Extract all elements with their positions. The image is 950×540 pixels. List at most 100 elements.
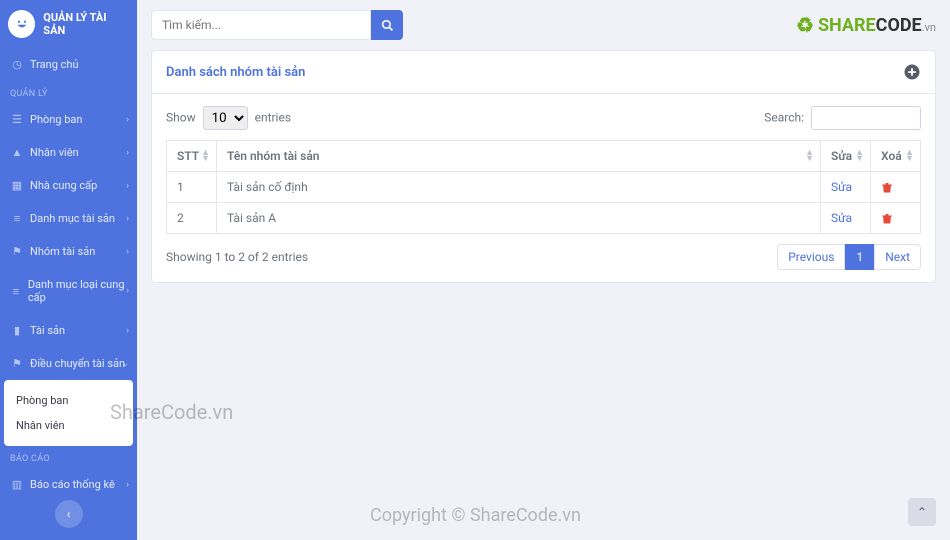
flag-icon: ⚑ — [10, 245, 24, 258]
search-label: Search: — [764, 111, 804, 125]
trash-icon — [881, 212, 893, 225]
nav-label: Điều chuyển tài sản — [30, 357, 125, 370]
length-control: Show 10 entries — [166, 106, 291, 130]
users-icon: ☰ — [10, 113, 24, 126]
datatable-controls-bottom: Showing 1 to 2 of 2 entries Previous 1 N… — [166, 244, 921, 270]
nav-label: Danh mục loại cung cấp — [28, 278, 127, 304]
table-row: 2 Tài sản A Sửa — [167, 203, 921, 234]
nav-nhacungcap[interactable]: ▦ Nhà cung cấp › — [0, 169, 137, 202]
cell-ten: Tài sản A — [217, 203, 821, 234]
building-icon: ▦ — [10, 179, 24, 192]
nav-dieuchuyen[interactable]: ⚑ Điều chuyển tài sản⌄ — [0, 347, 137, 380]
length-select[interactable]: 10 — [203, 106, 248, 130]
chevron-right-icon: › — [126, 247, 129, 257]
trash-icon — [881, 181, 893, 194]
nav-label: Danh mục tài sản — [30, 212, 115, 225]
nav-danhmuctaisan[interactable]: ≡ Danh mục tài sản › — [0, 202, 137, 235]
nav-label: Trang chủ — [30, 58, 79, 71]
nav-nhanvien[interactable]: ▲Nhân viên› — [0, 136, 137, 169]
col-stt[interactable]: STT▲▼ — [167, 141, 217, 172]
submenu-phongban[interactable]: Phòng ban — [4, 388, 133, 413]
nav-taisan[interactable]: ▮ Tài sản › — [0, 314, 137, 347]
chevron-right-icon: › — [126, 115, 129, 125]
topbar: ♻ SHARECODE.vn — [151, 0, 936, 50]
file-icon: ▮ — [10, 324, 24, 337]
page-prev[interactable]: Previous — [777, 244, 845, 270]
brand-logo: ♻ SHARECODE.vn — [796, 13, 936, 37]
chevron-right-icon: › — [126, 214, 129, 224]
nav-danhmucloai[interactable]: ≡ Danh mục loại cung cấp› — [0, 268, 137, 314]
search-icon — [381, 19, 394, 32]
sort-icon: ▲▼ — [805, 150, 814, 162]
nav-label: Nhà cung cấp — [30, 179, 97, 192]
card-header: Danh sách nhóm tài sản — [152, 51, 935, 94]
pagination: Previous 1 Next — [777, 244, 921, 270]
edit-link[interactable]: Sửa — [821, 203, 871, 234]
list-icon: ≡ — [10, 285, 22, 298]
col-sua[interactable]: Sửa▲▼ — [821, 141, 871, 172]
logo-code: CODE — [876, 15, 922, 36]
nav-heading-report: BÁO CÁO — [0, 446, 137, 468]
card-title: Danh sách nhóm tài sản — [166, 65, 305, 80]
main: ♻ SHARECODE.vn Danh sách nhóm tài sản Sh… — [137, 0, 950, 540]
sort-icon: ▲▼ — [855, 150, 864, 162]
folder-icon: ▥ — [10, 478, 24, 491]
nav-label: Báo cáo thống kê — [30, 478, 115, 491]
search-button[interactable] — [371, 10, 403, 40]
show-label-pre: Show — [166, 111, 196, 125]
cell-stt: 1 — [167, 172, 217, 203]
chevron-right-icon: › — [126, 326, 129, 336]
chevron-right-icon: › — [126, 286, 129, 296]
global-search — [151, 10, 403, 40]
nav-label: Phòng ban — [30, 113, 83, 126]
filter-control: Search: — [764, 106, 921, 130]
col-ten[interactable]: Tên nhóm tài sản▲▼ — [217, 141, 821, 172]
list-icon: ≡ — [10, 212, 24, 225]
nav-label: Nhân viên — [30, 146, 79, 159]
plus-circle-icon — [903, 63, 921, 81]
chevron-right-icon: › — [126, 480, 129, 490]
logo-share: SHARE — [818, 15, 876, 36]
delete-button[interactable] — [871, 203, 921, 234]
card-body: Show 10 entries Search: STT▲▼ Tên nhóm t… — [152, 94, 935, 282]
card-nhomtaisan: Danh sách nhóm tài sản Show 10 entries S… — [151, 50, 936, 283]
table-search-input[interactable] — [811, 106, 921, 130]
nav-baocao[interactable]: ▥ Báo cáo thống kê › — [0, 468, 137, 501]
chevron-up-icon: ⌃ — [917, 505, 927, 519]
table-info: Showing 1 to 2 of 2 entries — [166, 250, 308, 264]
datatable-controls-top: Show 10 entries Search: — [166, 106, 921, 130]
nav-label: Tài sản — [30, 324, 65, 337]
edit-link[interactable]: Sửa — [821, 172, 871, 203]
nav-home[interactable]: ◷Trang chủ — [0, 48, 137, 81]
nav-phongban[interactable]: ☰ Phòng ban › — [0, 103, 137, 136]
sort-icon: ▲▼ — [905, 150, 914, 162]
submenu-nhanvien[interactable]: Nhân viên — [4, 413, 133, 438]
page-1[interactable]: 1 — [845, 244, 874, 270]
nav-label: Nhóm tài sản — [30, 245, 95, 258]
scroll-top-button[interactable]: ⌃ — [908, 498, 936, 526]
sort-icon: ▲▼ — [201, 150, 210, 162]
nav-nhomtaisan[interactable]: ⚑ Nhóm tài sản › — [0, 235, 137, 268]
cell-stt: 2 — [167, 203, 217, 234]
page-next[interactable]: Next — [874, 244, 921, 270]
flag-icon: ⚑ — [10, 357, 24, 370]
add-button[interactable] — [903, 63, 921, 81]
col-xoa[interactable]: Xoá▲▼ — [871, 141, 921, 172]
search-input[interactable] — [151, 10, 371, 40]
table-row: 1 Tài sản cố định Sửa — [167, 172, 921, 203]
cell-ten: Tài sản cố định — [217, 172, 821, 203]
logo-suffix: .vn — [922, 21, 936, 34]
brand[interactable]: QUẢN LÝ TÀI SẢN — [0, 0, 137, 48]
chevron-right-icon: › — [126, 181, 129, 191]
brand-title: QUẢN LÝ TÀI SẢN — [43, 11, 129, 37]
recycle-icon: ♻ — [796, 13, 814, 37]
laugh-icon — [8, 10, 35, 38]
sidebar: QUẢN LÝ TÀI SẢN ◷Trang chủ QUẢN LÝ ☰ Phòn… — [0, 0, 137, 540]
sidebar-collapse-button[interactable]: ‹ — [55, 500, 83, 528]
nav-heading-manage: QUẢN LÝ — [0, 81, 137, 103]
datatable: STT▲▼ Tên nhóm tài sản▲▼ Sửa▲▼ Xoá▲▼ 1 T… — [166, 140, 921, 234]
chevron-right-icon: › — [126, 148, 129, 158]
chevron-down-icon: ⌄ — [121, 359, 129, 369]
submenu-dieuchuyen: Phòng ban Nhân viên — [4, 380, 133, 446]
delete-button[interactable] — [871, 172, 921, 203]
